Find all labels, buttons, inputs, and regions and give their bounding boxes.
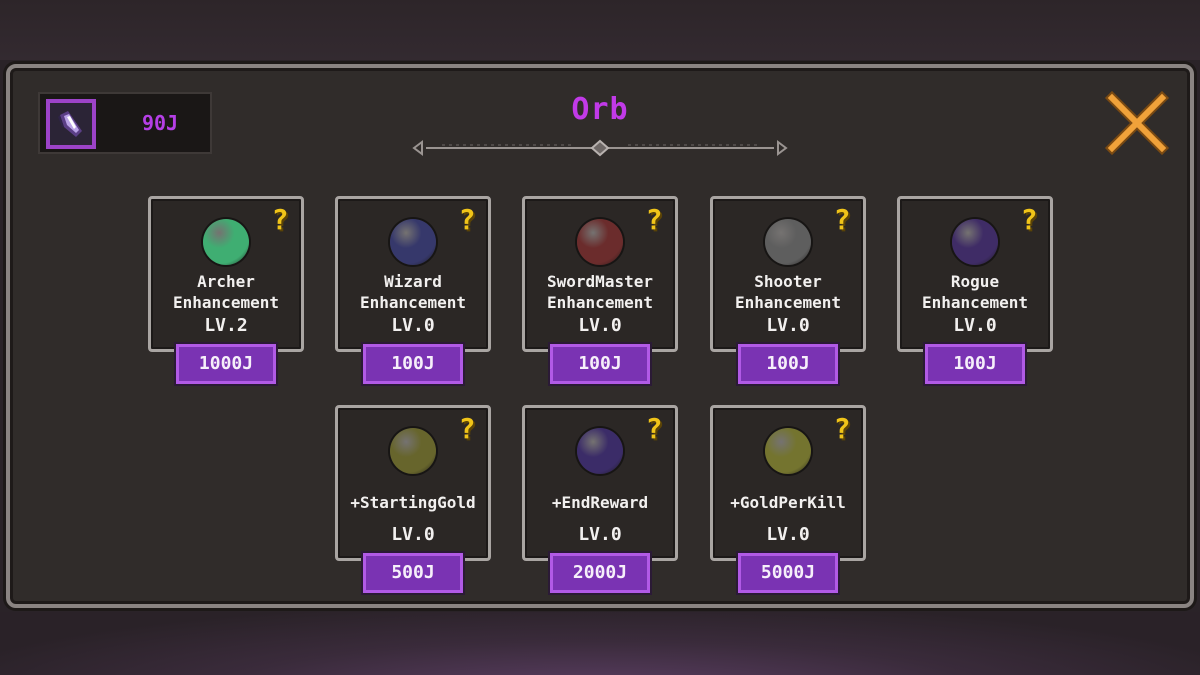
- buy-button-end-reward[interactable]: 2000J: [550, 553, 650, 593]
- blue-orb-icon: [390, 219, 436, 265]
- card-level: LV.0: [766, 315, 810, 336]
- crystal-shard-icon: [46, 99, 96, 149]
- purple-orb-icon: [952, 219, 998, 265]
- card-name: Wizard Enhancement: [360, 272, 466, 312]
- orb-card-gold-per-kill[interactable]: ? +GoldPerKill LV.0: [710, 405, 866, 561]
- orb-card-swordmaster[interactable]: ? SwordMaster Enhancement LV.0: [522, 196, 678, 352]
- help-icon[interactable]: ?: [831, 414, 853, 444]
- orb-card-end-reward[interactable]: ? +EndReward LV.0: [522, 405, 678, 561]
- orb-card-rogue[interactable]: ? Rogue Enhancement LV.0: [897, 196, 1053, 352]
- card-level: LV.0: [766, 524, 810, 545]
- orb-card-starting-gold[interactable]: ? +StartingGold LV.0: [335, 405, 491, 561]
- card-name: +StartingGold: [350, 493, 476, 512]
- help-icon[interactable]: ?: [643, 205, 665, 235]
- close-button[interactable]: [1104, 90, 1170, 156]
- help-icon[interactable]: ?: [643, 414, 665, 444]
- card-level: LV.0: [578, 315, 622, 336]
- green-orb-icon: [203, 219, 249, 265]
- help-icon[interactable]: ?: [456, 205, 478, 235]
- card-name: +EndReward: [551, 493, 649, 512]
- card-name: +GoldPerKill: [730, 493, 846, 512]
- buy-button-shooter[interactable]: 100J: [738, 344, 838, 384]
- currency-display: 90J: [38, 92, 212, 154]
- help-icon[interactable]: ?: [269, 205, 291, 235]
- olive-orb-icon: [390, 428, 436, 474]
- orb-card-archer[interactable]: ? Archer Enhancement LV.2: [148, 196, 304, 352]
- buy-button-archer[interactable]: 1000J: [176, 344, 276, 384]
- top-background: [0, 0, 1200, 60]
- red-orb-icon: [577, 219, 623, 265]
- indigo-orb-icon: [577, 428, 623, 474]
- card-name: SwordMaster Enhancement: [547, 272, 653, 312]
- help-icon[interactable]: ?: [831, 205, 853, 235]
- buy-button-rogue[interactable]: 100J: [925, 344, 1025, 384]
- yellow-green-orb-icon: [765, 428, 811, 474]
- buy-button-swordmaster[interactable]: 100J: [550, 344, 650, 384]
- card-level: LV.0: [953, 315, 997, 336]
- orb-card-shooter[interactable]: ? Shooter Enhancement LV.0: [710, 196, 866, 352]
- help-icon[interactable]: ?: [1018, 205, 1040, 235]
- title-divider: [412, 139, 788, 157]
- currency-value: 90J: [141, 111, 179, 135]
- page-title: Orb: [571, 92, 629, 127]
- bottom-background-glow: [0, 612, 1200, 675]
- help-icon[interactable]: ?: [456, 414, 478, 444]
- card-level: LV.2: [204, 315, 248, 336]
- buy-button-starting-gold[interactable]: 500J: [363, 553, 463, 593]
- card-level: LV.0: [578, 524, 622, 545]
- card-level: LV.0: [391, 315, 435, 336]
- card-name: Rogue Enhancement: [922, 272, 1028, 312]
- buy-button-gold-per-kill[interactable]: 5000J: [738, 553, 838, 593]
- card-level: LV.0: [391, 524, 435, 545]
- card-name: Archer Enhancement: [173, 272, 279, 312]
- gray-orb-icon: [765, 219, 811, 265]
- orb-card-wizard[interactable]: ? Wizard Enhancement LV.0: [335, 196, 491, 352]
- buy-button-wizard[interactable]: 100J: [363, 344, 463, 384]
- close-x-icon: [1104, 90, 1170, 156]
- card-name: Shooter Enhancement: [735, 272, 841, 312]
